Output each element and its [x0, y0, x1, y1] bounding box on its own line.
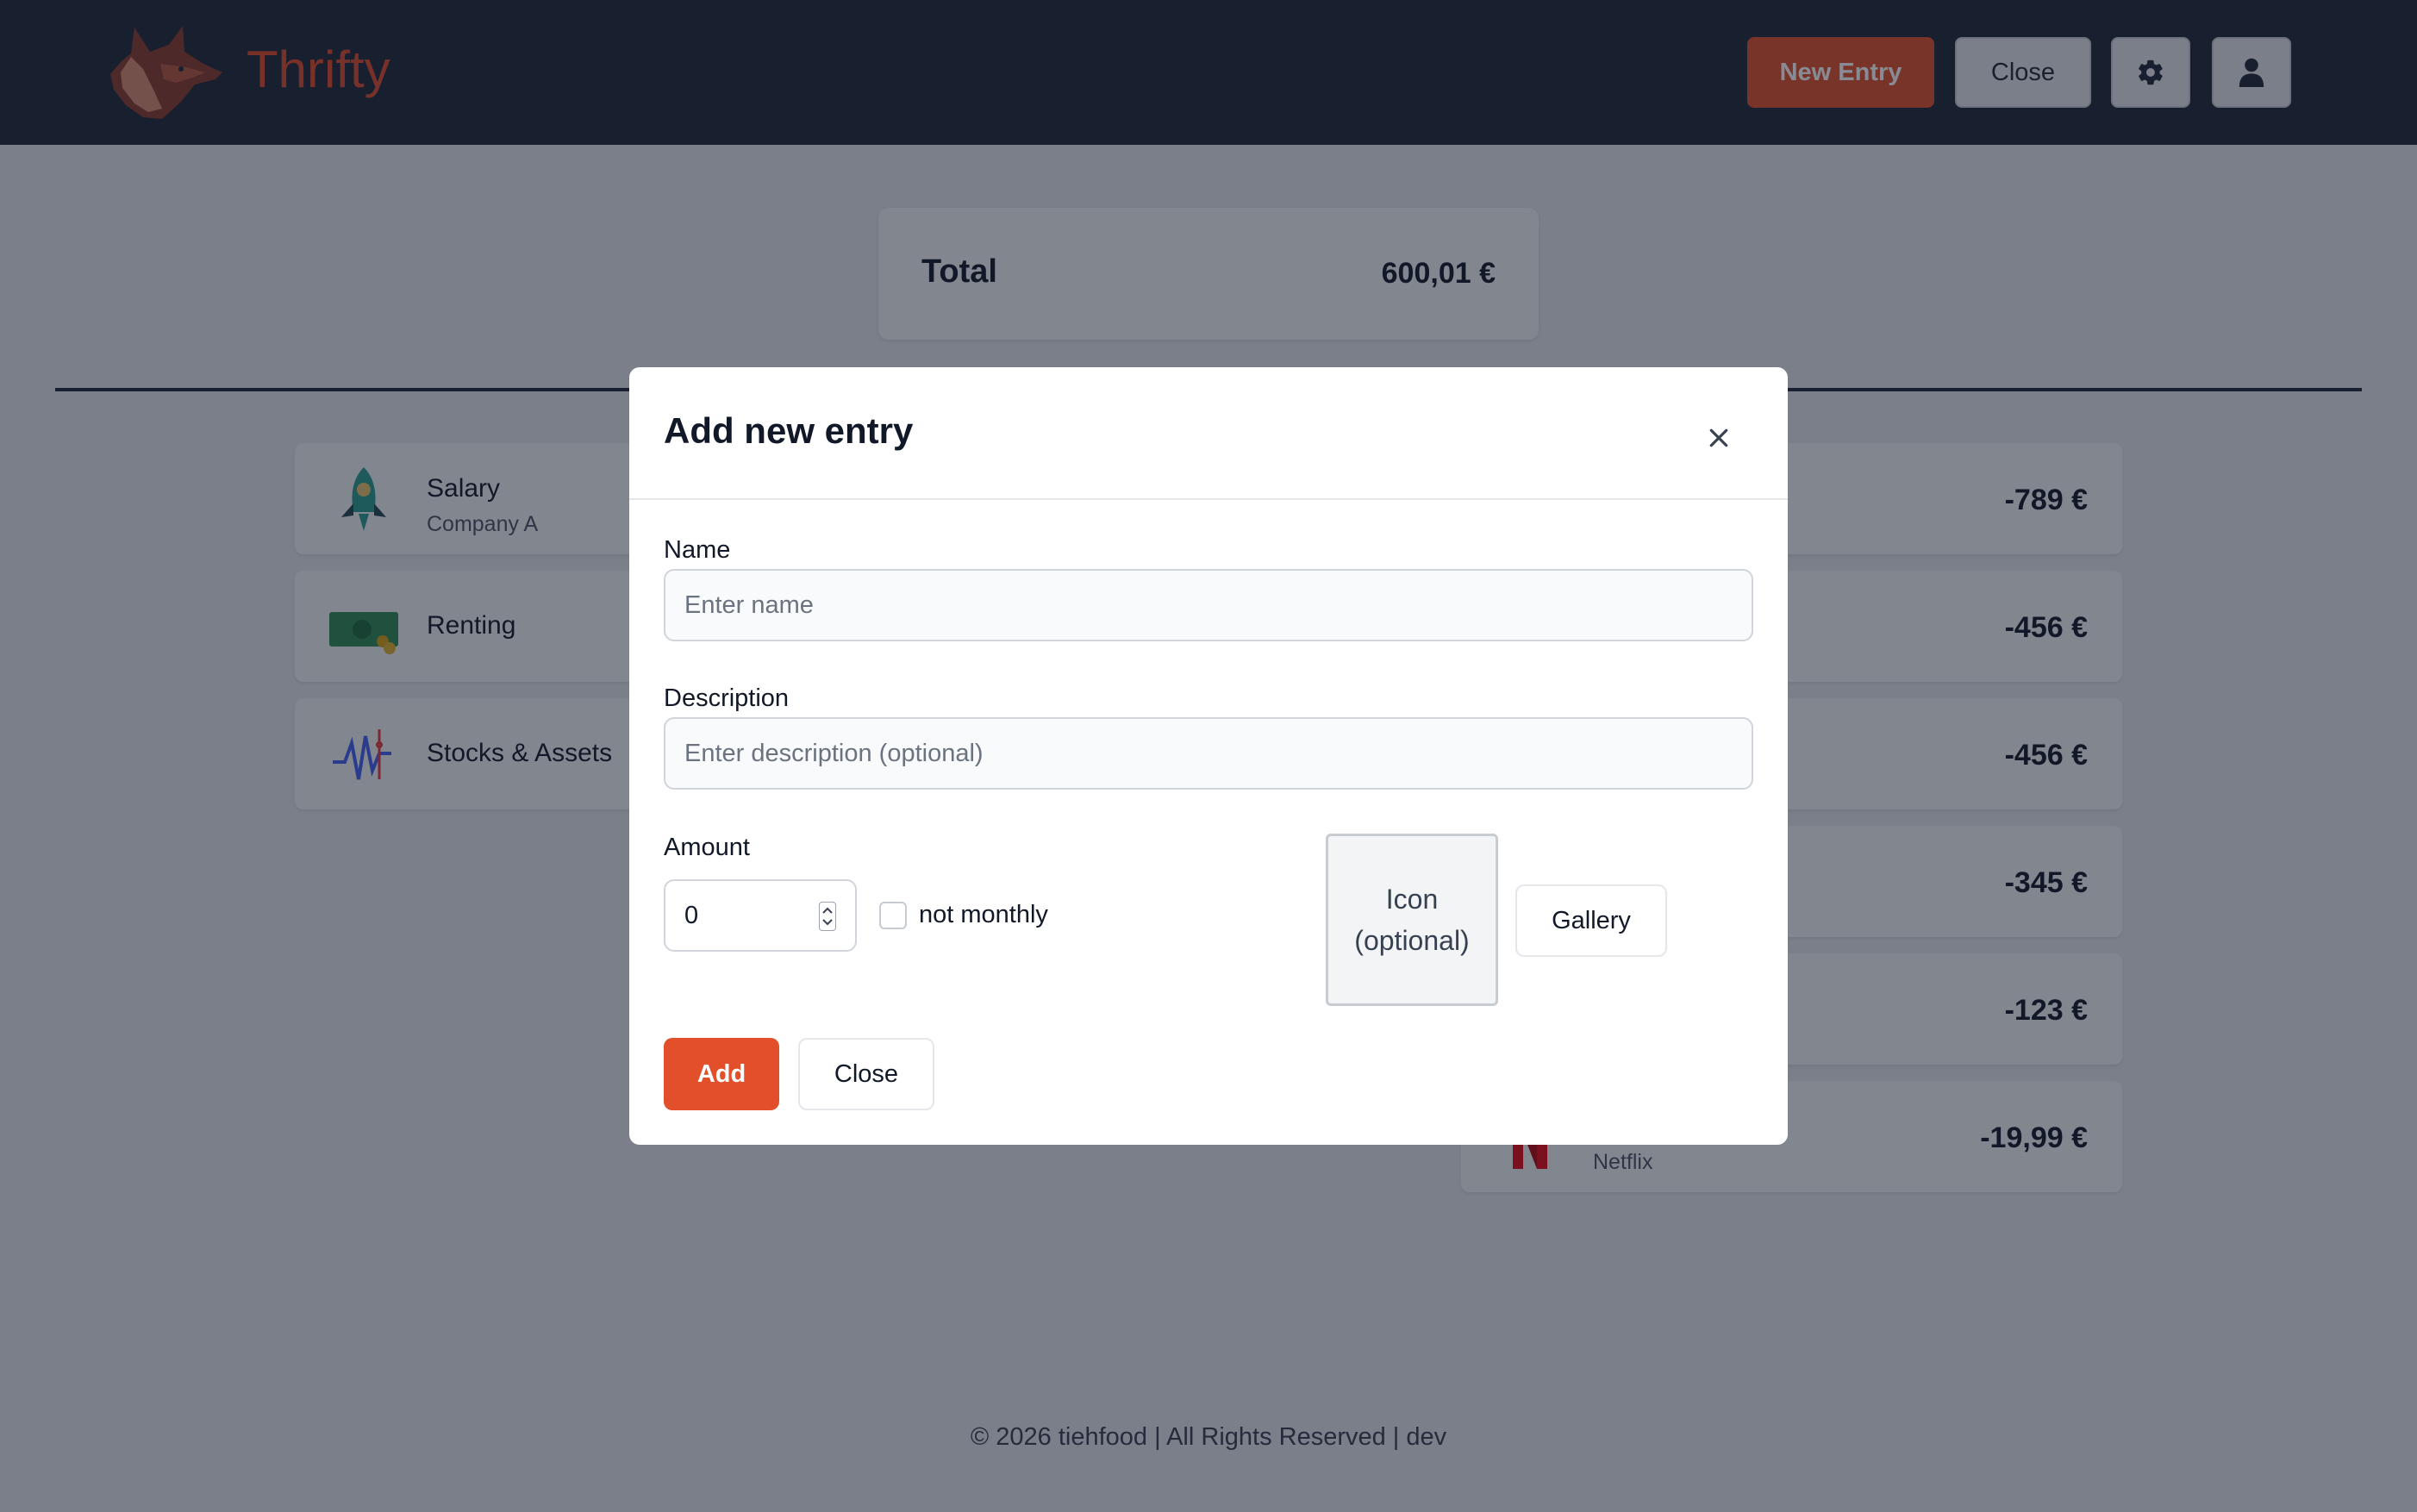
modal-close-button[interactable]	[1698, 417, 1739, 459]
not-monthly-checkbox[interactable]	[879, 902, 907, 929]
icon-picker[interactable]: Icon (optional)	[1326, 834, 1498, 1006]
modal-divider	[629, 498, 1788, 500]
add-button[interactable]: Add	[664, 1038, 779, 1110]
modal-title: Add new entry	[664, 410, 914, 451]
icon-picker-hint: (optional)	[1354, 925, 1470, 956]
icon-picker-label: Icon	[1385, 884, 1439, 915]
amount-stepper[interactable]	[819, 902, 836, 931]
modal-cancel-button[interactable]: Close	[798, 1038, 934, 1110]
amount-value: 0	[684, 902, 699, 929]
not-monthly-label[interactable]: not monthly	[919, 901, 1048, 929]
description-input[interactable]	[664, 717, 1753, 790]
close-icon	[1709, 428, 1728, 447]
gallery-button[interactable]: Gallery	[1515, 884, 1667, 957]
description-label: Description	[664, 684, 790, 712]
chevron-updown-icon	[822, 907, 833, 926]
amount-input[interactable]: 0	[664, 879, 857, 952]
amount-label: Amount	[664, 834, 750, 861]
add-entry-modal: Add new entry Name Description Amount 0 …	[629, 367, 1788, 1145]
name-input[interactable]	[664, 569, 1753, 641]
name-label: Name	[664, 536, 731, 564]
